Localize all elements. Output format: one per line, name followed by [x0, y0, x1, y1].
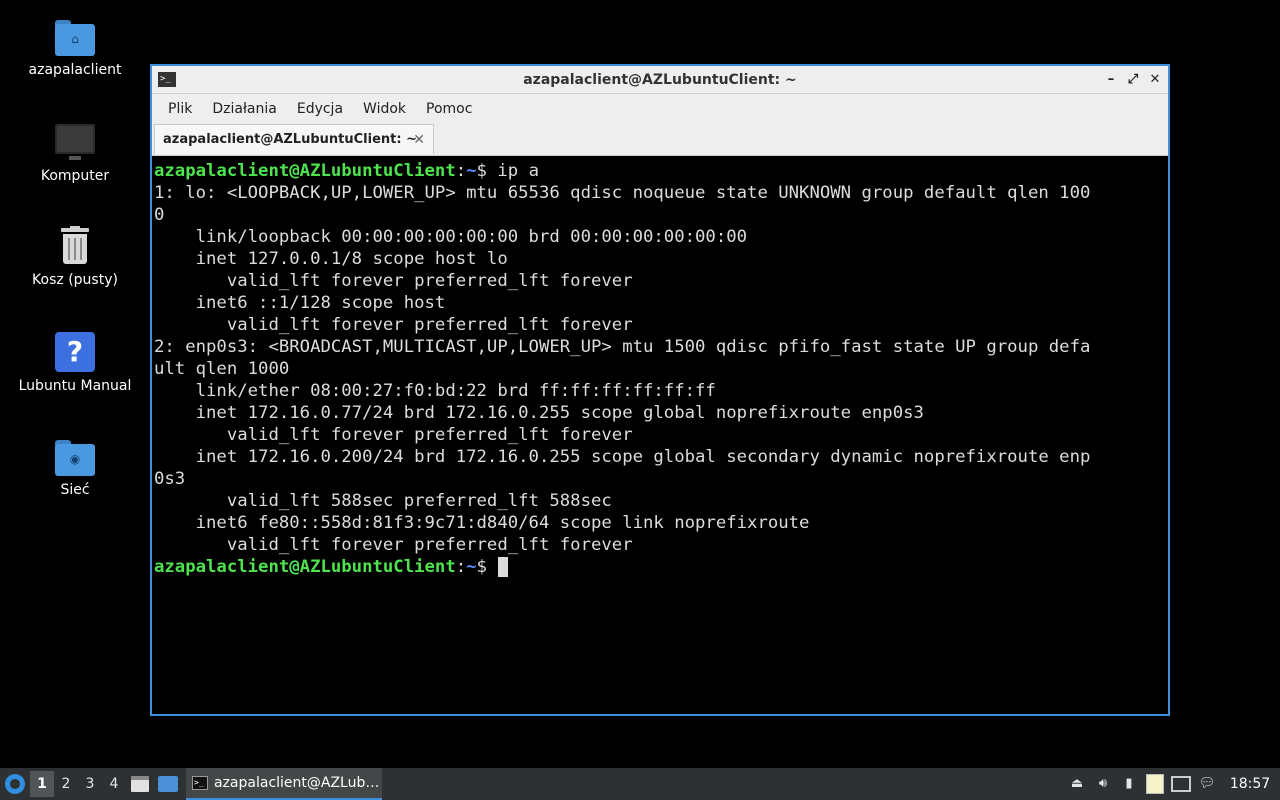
- prompt-symbol: $: [476, 557, 498, 577]
- output-line: inet6 fe80::558d:81f3:9c71:d840/64 scope…: [154, 513, 810, 533]
- desktop-icon: [158, 776, 178, 792]
- show-desktop-button[interactable]: [156, 772, 180, 796]
- prompt-path: ~: [466, 161, 477, 181]
- prompt-user: azapalaclient@AZLubuntuClient: [154, 557, 456, 577]
- prompt-path: ~: [466, 557, 477, 577]
- terminal-icon: >_: [192, 776, 208, 790]
- file-manager-icon: [131, 776, 149, 792]
- desktop-icon-manual[interactable]: ? Lubuntu Manual: [10, 332, 140, 394]
- desktop-icon-label: Lubuntu Manual: [18, 378, 132, 394]
- text-cursor: [498, 557, 509, 577]
- clipboard-icon: [1146, 774, 1164, 794]
- trash-icon: [55, 226, 95, 266]
- tray-eject[interactable]: ⏏: [1064, 768, 1090, 800]
- desktop-icon-label: Sieć: [60, 482, 90, 498]
- desktop-icon-label: Kosz (pusty): [32, 272, 118, 288]
- prompt-line: azapalaclient@AZLubuntuClient:~$ ip a: [154, 160, 1166, 182]
- workspace-4[interactable]: 4: [102, 771, 126, 797]
- output-line: valid_lft forever preferred_lft forever: [154, 271, 633, 291]
- maximize-icon[interactable]: ⤢: [1124, 71, 1142, 89]
- taskbar: 1 2 3 4 >_ azapalaclient@AZLub… ⏏ 🔊︎ ▮ 💬…: [0, 768, 1280, 800]
- menu-edit[interactable]: Edycja: [287, 94, 353, 124]
- window-title: azapalaclient@AZLubuntuClient: ~: [523, 72, 797, 88]
- output-line: valid_lft forever preferred_lft forever: [154, 425, 633, 445]
- update-notifier-icon: 💬︎: [1198, 776, 1216, 791]
- tray-clipboard[interactable]: [1142, 768, 1168, 800]
- tray-battery[interactable]: ▮: [1116, 768, 1142, 800]
- desktop-icon-network[interactable]: ◉ Sieć: [10, 436, 140, 498]
- prompt-separator: :: [455, 161, 467, 181]
- output-line: 0: [154, 205, 165, 225]
- minimize-icon[interactable]: –: [1102, 71, 1120, 89]
- battery-icon: ▮: [1125, 776, 1133, 791]
- output-line: 2: enp0s3: <BROADCAST,MULTICAST,UP,LOWER…: [154, 337, 1091, 357]
- terminal-tab-label: azapalaclient@AZLubuntuClient: ~: [163, 132, 417, 147]
- tray-updates[interactable]: 💬︎: [1194, 768, 1220, 800]
- tab-bar: azapalaclient@AZLubuntuClient: ~ ✕: [152, 124, 1168, 156]
- tab-close-icon[interactable]: ✕: [413, 125, 425, 155]
- command-text: ip a: [497, 161, 539, 181]
- clock[interactable]: 18:57: [1220, 776, 1280, 792]
- menu-actions[interactable]: Działania: [202, 94, 287, 124]
- taskbar-task-terminal[interactable]: >_ azapalaclient@AZLub…: [186, 768, 382, 800]
- volume-icon: 🔊︎: [1098, 776, 1108, 791]
- tray-network[interactable]: [1168, 768, 1194, 800]
- menu-help[interactable]: Pomoc: [416, 94, 482, 124]
- output-line: 0s3: [154, 469, 186, 489]
- menu-view[interactable]: Widok: [353, 94, 416, 124]
- output-line: link/ether 08:00:27:f0:bd:22 brd ff:ff:f…: [154, 381, 716, 401]
- computer-icon: [55, 122, 95, 162]
- terminal-tab[interactable]: azapalaclient@AZLubuntuClient: ~ ✕: [154, 124, 434, 154]
- prompt-separator: :: [455, 557, 467, 577]
- eject-icon: ⏏: [1070, 776, 1084, 791]
- desktop-icon-computer[interactable]: Komputer: [10, 122, 140, 184]
- desktop-icon-label: Komputer: [40, 168, 110, 184]
- desktop-icon-home[interactable]: ⌂ azapalaclient: [10, 16, 140, 78]
- help-icon: ?: [55, 332, 95, 372]
- window-titlebar[interactable]: >_ azapalaclient@AZLubuntuClient: ~ – ⤢ …: [152, 66, 1168, 94]
- output-line: link/loopback 00:00:00:00:00:00 brd 00:0…: [154, 227, 748, 247]
- menu-bar: Plik Działania Edycja Widok Pomoc: [152, 94, 1168, 124]
- output-line: ult qlen 1000: [154, 359, 290, 379]
- file-manager-launcher[interactable]: [128, 772, 152, 796]
- terminal-window[interactable]: >_ azapalaclient@AZLubuntuClient: ~ – ⤢ …: [150, 64, 1170, 716]
- prompt-user: azapalaclient@AZLubuntuClient: [154, 161, 456, 181]
- taskbar-task-label: azapalaclient@AZLub…: [214, 775, 380, 791]
- workspace-3[interactable]: 3: [78, 771, 102, 797]
- prompt-line-current[interactable]: azapalaclient@AZLubuntuClient:~$: [154, 556, 1166, 578]
- output-line: valid_lft 588sec preferred_lft 588sec: [154, 491, 612, 511]
- output-line: inet6 ::1/128 scope host: [154, 293, 446, 313]
- output-line: valid_lft forever preferred_lft forever: [154, 315, 633, 335]
- output-line: valid_lft forever preferred_lft forever: [154, 535, 633, 555]
- desktop-icon-trash[interactable]: Kosz (pusty): [10, 226, 140, 288]
- home-folder-icon: ⌂: [55, 20, 95, 60]
- output-line: 1: lo: <LOOPBACK,UP,LOWER_UP> mtu 65536 …: [154, 183, 1091, 203]
- output-line: inet 127.0.0.1/8 scope host lo: [154, 249, 508, 269]
- start-menu-button[interactable]: [0, 768, 30, 800]
- desktop-icon-label: azapalaclient: [28, 62, 122, 78]
- tray-volume[interactable]: 🔊︎: [1090, 768, 1116, 800]
- output-line: inet 172.16.0.200/24 brd 172.16.0.255 sc…: [154, 447, 1091, 467]
- prompt-symbol: $: [476, 161, 498, 181]
- close-icon[interactable]: ✕: [1146, 71, 1164, 89]
- terminal-output[interactable]: azapalaclient@AZLubuntuClient:~$ ip a 1:…: [154, 160, 1166, 714]
- network-icon: [1171, 776, 1191, 792]
- network-folder-icon: ◉: [55, 440, 95, 480]
- desktop: ⌂ azapalaclient Komputer Kosz (pusty) ? …: [0, 0, 1280, 768]
- menu-file[interactable]: Plik: [158, 94, 202, 124]
- output-line: inet 172.16.0.77/24 brd 172.16.0.255 sco…: [154, 403, 924, 423]
- lubuntu-logo-icon: [5, 774, 25, 794]
- workspace-1[interactable]: 1: [30, 771, 54, 797]
- workspace-2[interactable]: 2: [54, 771, 78, 797]
